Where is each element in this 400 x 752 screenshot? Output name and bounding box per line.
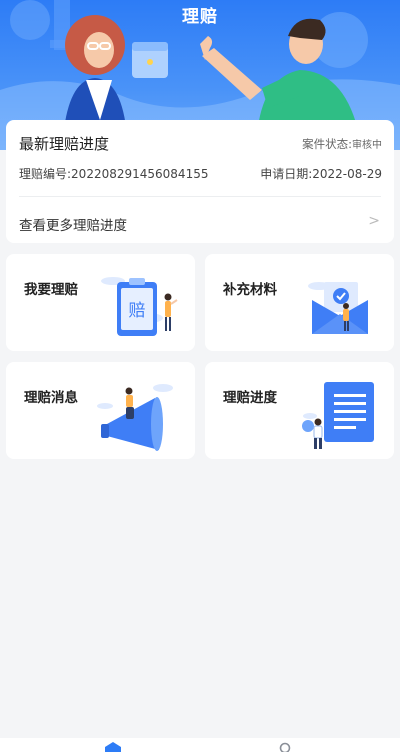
- view-more-progress-link[interactable]: 查看更多理赔进度: [19, 214, 127, 234]
- claim-progress-tile[interactable]: 理赔进度: [205, 362, 394, 459]
- claim-messages-tile[interactable]: 理赔消息: [6, 362, 195, 459]
- card-title: 最新理赔进度: [19, 135, 110, 153]
- apply-date: 申请日期:2022-08-29: [260, 167, 382, 181]
- tile-label: 补充材料: [223, 282, 277, 298]
- case-status-label: 案件状态:: [302, 137, 352, 151]
- latest-progress-card: 最新理赔进度 案件状态:审核中 理赔编号:202208291456084155 …: [6, 120, 394, 243]
- chevron-right-icon[interactable]: >: [368, 213, 380, 229]
- case-status: 案件状态:审核中: [302, 136, 382, 152]
- envelope-icon: [308, 282, 368, 334]
- svg-text:赔: 赔: [129, 301, 146, 321]
- tile-label: 理赔进度: [223, 390, 277, 406]
- tile-label: 我要理赔: [24, 282, 78, 298]
- claim-document-icon: 赔: [101, 277, 178, 336]
- bottom-tab-bar: [0, 738, 400, 752]
- supplement-materials-tile[interactable]: 补充材料: [205, 254, 394, 351]
- file-claim-tile[interactable]: 我要理赔 赔: [6, 254, 195, 351]
- divider: [19, 196, 381, 197]
- claim-number: 理赔编号:202208291456084155: [19, 167, 209, 181]
- progress-document-icon: [302, 382, 374, 449]
- home-tab-icon[interactable]: [103, 742, 123, 752]
- tile-label: 理赔消息: [24, 390, 78, 406]
- profile-tab-icon[interactable]: [278, 742, 292, 752]
- megaphone-icon: [97, 384, 173, 451]
- page-title: 理赔: [182, 7, 218, 27]
- case-status-value: 审核中: [352, 140, 382, 151]
